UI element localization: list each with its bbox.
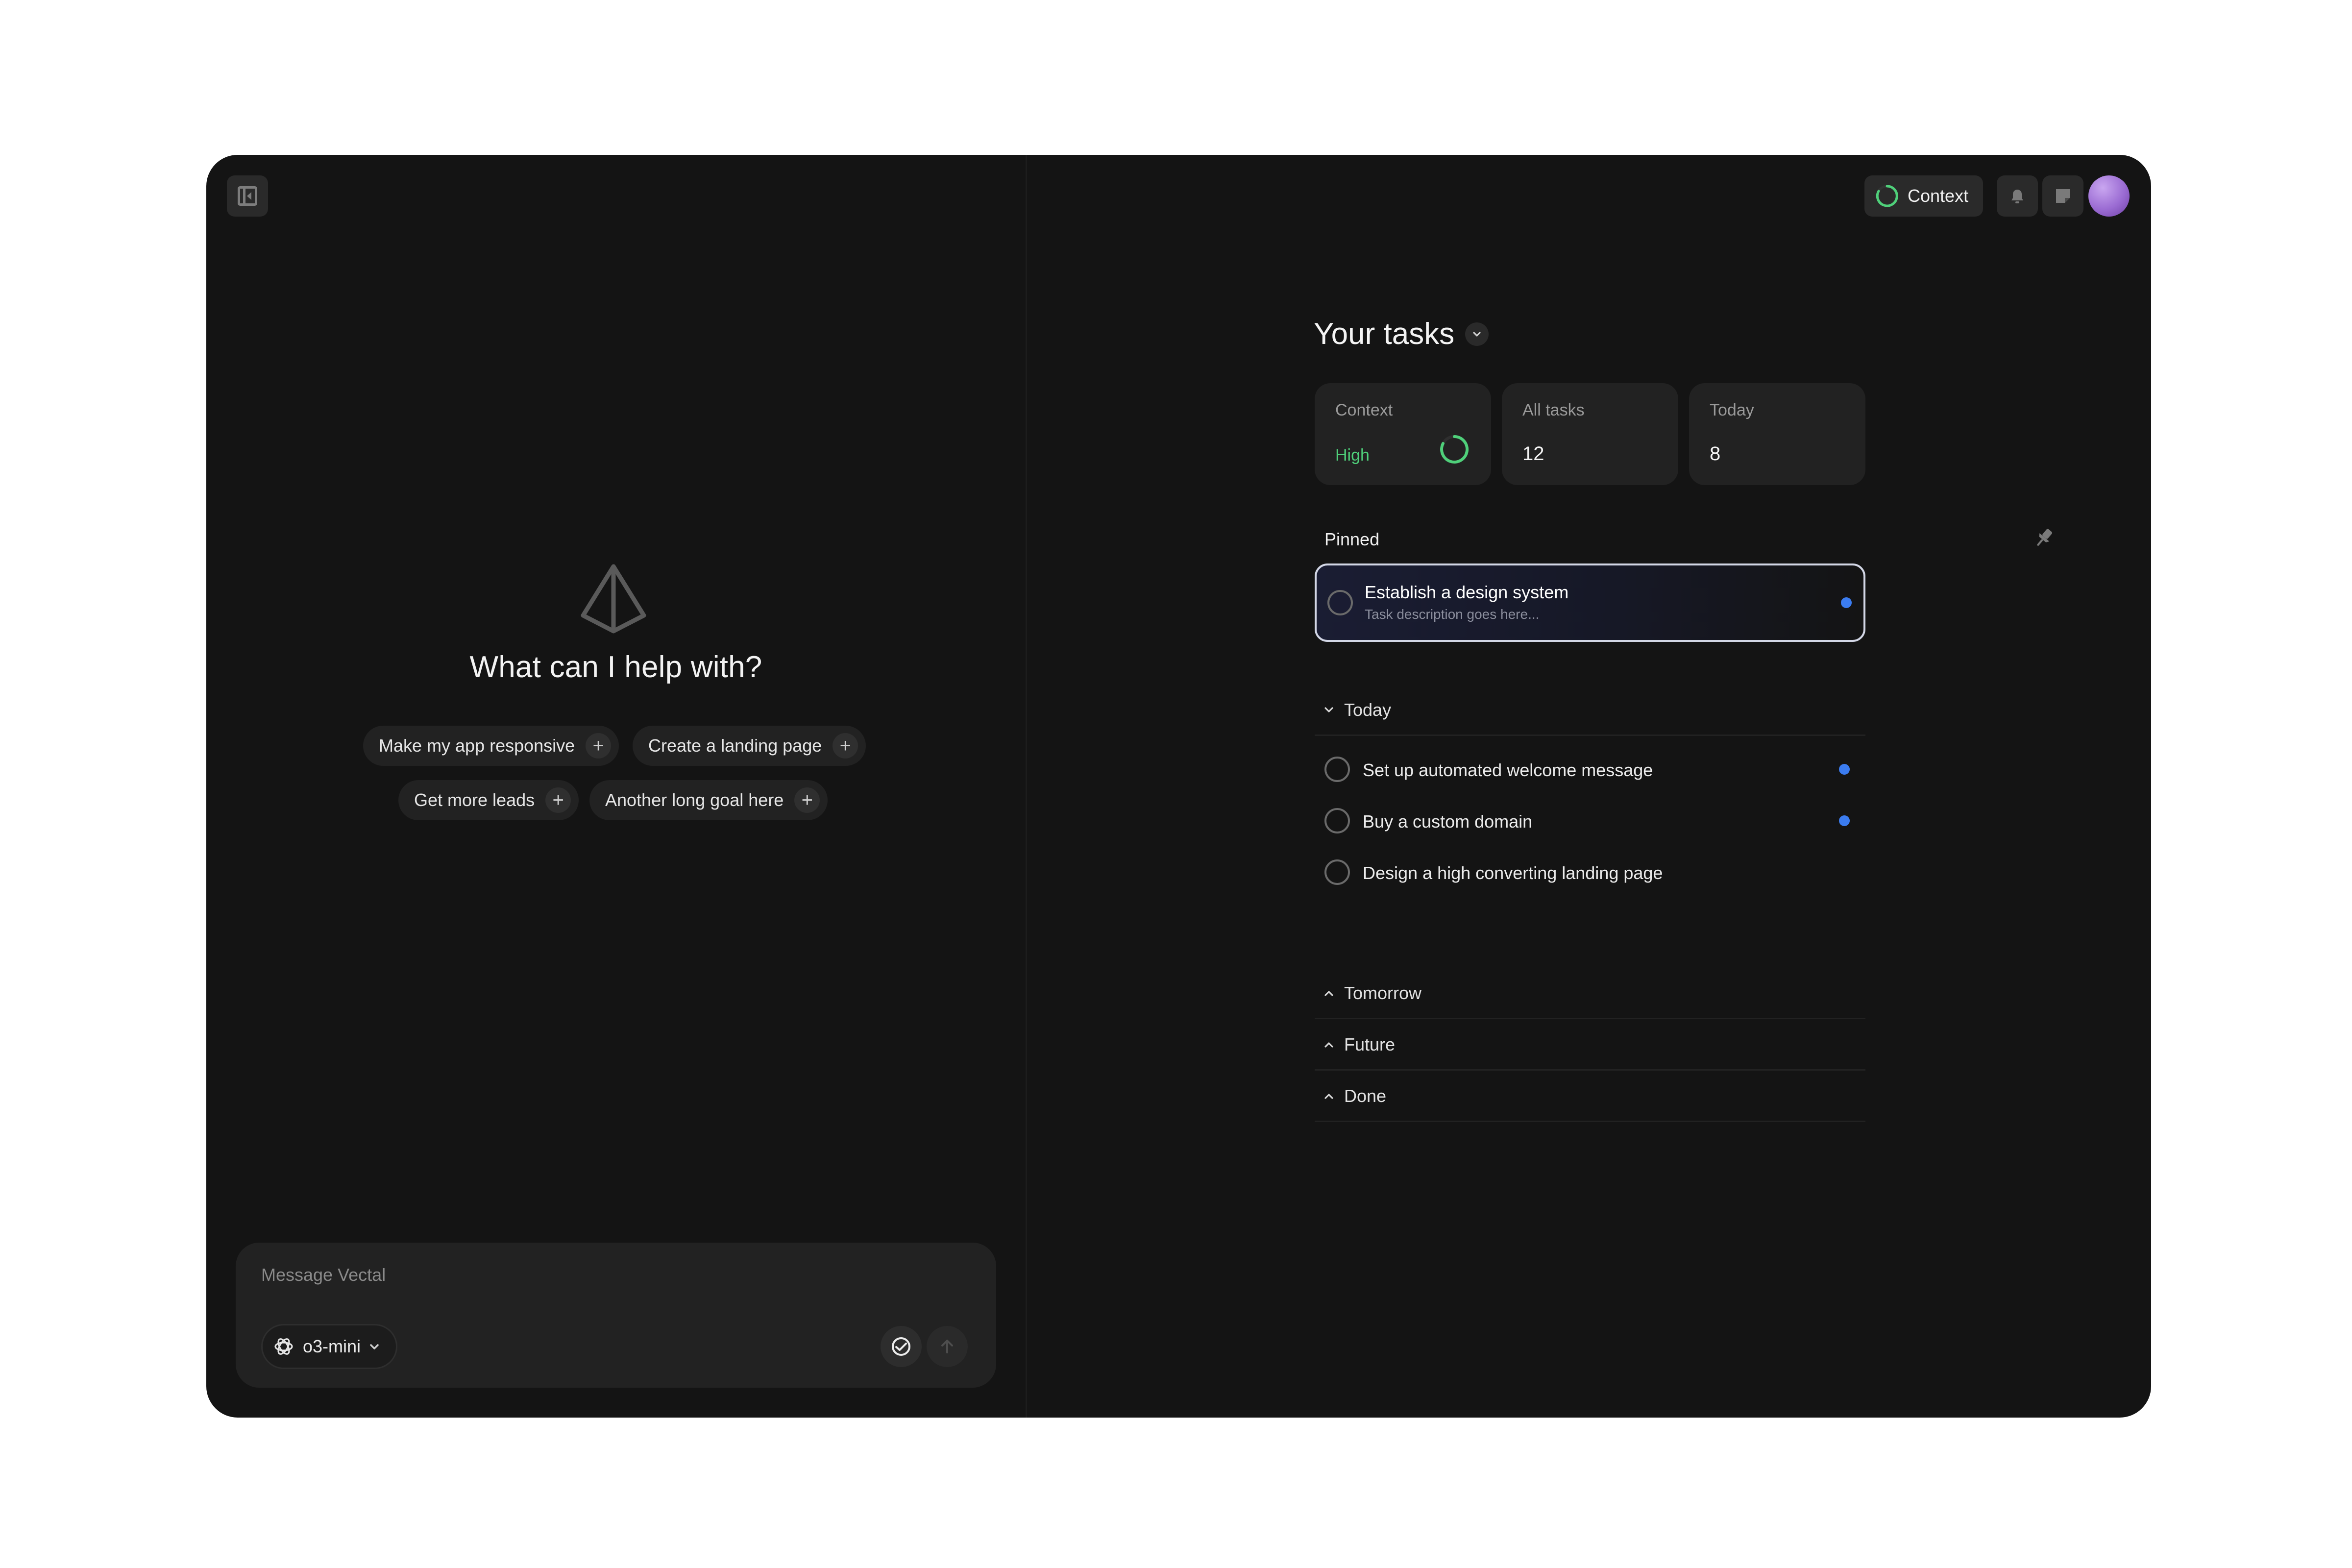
bell-icon [2011,190,2023,203]
priority-dot [1839,764,1850,775]
section-future[interactable]: Future [1315,1020,1865,1071]
stat-label: Context [1335,401,1393,419]
context-ring-icon [1440,435,1469,464]
vectal-logo-icon [581,564,646,634]
section-tomorrow[interactable]: Tomorrow [1315,968,1865,1019]
tasks-dropdown-button[interactable] [1465,322,1489,346]
suggestion-label: Make my app responsive [379,735,575,756]
chevron-up-icon [1324,1093,1333,1099]
context-label: Context [1908,186,1969,206]
tools-button[interactable] [881,1326,922,1367]
task-title: Set up automated welcome message [1363,760,1653,780]
priority-dot [1841,597,1852,608]
welcome-headline: What can I help with? [469,650,762,684]
stat-label: All tasks [1522,401,1585,419]
chevron-down-icon [1324,707,1333,712]
section-today[interactable]: Today [1315,685,1865,736]
task-description: Task description goes here... [1365,607,1540,622]
plus-icon: + [586,733,612,759]
notes-button[interactable] [2042,175,2083,217]
suggestion-label: Get more leads [414,790,535,810]
arrow-up-icon [941,1340,953,1353]
task-title: Buy a custom domain [1363,811,1533,832]
suggestion-label: Another long goal here [605,790,784,810]
stat-value: 8 [1710,443,1721,465]
priority-dot [1839,815,1850,826]
suggestion-chip[interactable]: Make my app responsive + [363,726,619,766]
suggestion-chip[interactable]: Another long goal here + [589,780,828,820]
model-selector[interactable]: o3-mini [261,1324,398,1369]
task-checkbox[interactable] [1327,590,1353,615]
task-title: Design a high converting landing page [1363,863,1663,883]
context-ring-icon [1876,185,1898,207]
suggestion-label: Create a landing page [648,735,822,756]
plus-icon: + [794,787,820,813]
suggestion-chip[interactable]: Create a landing page + [633,726,866,766]
stat-card-all-tasks[interactable]: All tasks 12 [1502,383,1678,485]
tasks-title-text: Your tasks [1314,317,1455,351]
task-row[interactable]: Design a high converting landing page [1315,852,1865,893]
openai-icon [274,1338,293,1355]
chevron-up-icon [1324,1042,1333,1048]
section-label: Future [1344,1034,1396,1054]
stat-label: Today [1710,401,1754,419]
section-label: Done [1344,1085,1387,1106]
sidebar-toggle-button[interactable] [227,175,268,217]
stat-card-today[interactable]: Today 8 [1689,383,1865,485]
task-row[interactable]: Set up automated welcome message [1315,749,1865,790]
notifications-button[interactable] [1997,175,2038,217]
globe-check-icon [892,1337,910,1356]
context-button[interactable]: Context [1864,175,1984,217]
pane-divider [1026,155,1027,1418]
model-name: o3-mini [303,1336,361,1356]
section-label: Today [1344,699,1392,720]
task-checkbox[interactable] [1324,859,1350,885]
pin-icon[interactable] [2031,525,2057,551]
chevron-down-icon [1473,331,1481,337]
message-input[interactable] [261,1261,947,1289]
stat-value: 12 [1522,443,1544,465]
chevron-down-icon [370,1344,379,1349]
plus-icon: + [545,787,571,813]
message-composer: o3-mini [236,1243,996,1388]
stat-value: High [1335,446,1370,465]
user-avatar[interactable] [2088,175,2130,217]
pinned-heading: Pinned [1324,529,1380,549]
section-label: Tomorrow [1344,982,1422,1003]
task-checkbox[interactable] [1324,808,1350,833]
pinned-task[interactable]: Establish a design system Task descripti… [1315,564,1865,642]
app-window: What can I help with? Make my app respon… [206,155,2151,1418]
task-row[interactable]: Buy a custom domain [1315,800,1865,841]
task-checkbox[interactable] [1324,757,1350,782]
send-button[interactable] [927,1326,968,1367]
stat-card-context[interactable]: Context High [1315,383,1491,485]
section-done[interactable]: Done [1315,1071,1865,1122]
suggestion-chip[interactable]: Get more leads + [398,780,579,820]
chevron-up-icon [1324,990,1333,996]
plus-icon: + [833,733,858,759]
tasks-title[interactable]: Your tasks [1314,317,1489,351]
task-title: Establish a design system [1365,582,1569,602]
note-icon [2056,189,2070,203]
